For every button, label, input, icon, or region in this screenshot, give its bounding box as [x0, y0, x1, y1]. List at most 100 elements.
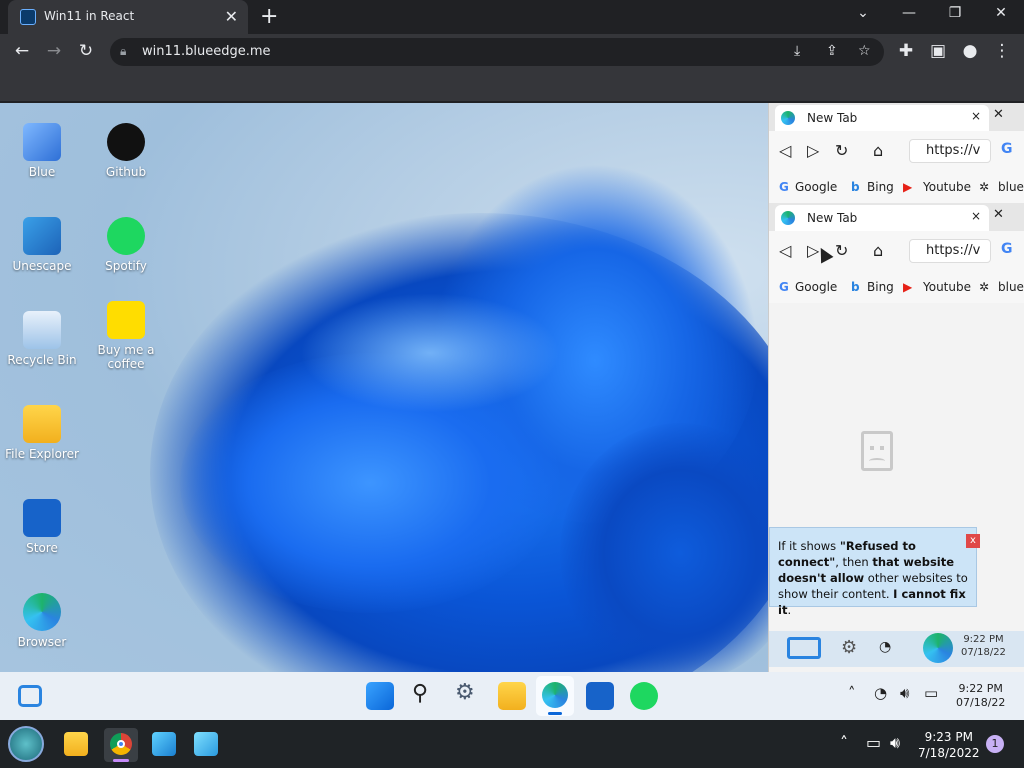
minimize-button[interactable]: — [894, 5, 924, 21]
desktop-icon-buy-me-a-coffee[interactable]: Buy me a coffee [84, 301, 168, 371]
desktop-icon-recycle-bin[interactable]: Recycle Bin [0, 311, 84, 367]
edge-refresh-icon[interactable]: ↻ [835, 141, 848, 160]
back-arrow-icon[interactable]: ← [10, 41, 34, 61]
bing-icon: b [851, 180, 860, 194]
edge-home-icon[interactable]: ⌂ [873, 241, 883, 260]
install-app-icon[interactable]: ⤓ [794, 43, 800, 59]
desktop-icon-github[interactable]: Github [84, 123, 168, 179]
edge-nav-bar-2: ◁ ▷ ↻ ⌂ https://v G [769, 231, 1024, 271]
desktop-icon-store[interactable]: Store [0, 499, 84, 555]
bookmark-youtube[interactable]: Youtube [923, 180, 971, 194]
tab-search-icon[interactable]: ⌄ [848, 5, 878, 21]
edge-refresh-icon[interactable]: ↻ [835, 241, 848, 260]
wifi-icon[interactable]: ◔ [874, 684, 887, 702]
app-icon-cubes-2[interactable] [194, 732, 218, 756]
google-search-icon[interactable]: G [1001, 141, 1013, 157]
widgets-icon[interactable] [18, 685, 42, 707]
lock-icon: 🔒︎ [120, 44, 127, 58]
mini-clock: 9:22 PM 07/18/22 [961, 633, 1006, 659]
profile-avatar-icon[interactable]: ● [958, 41, 982, 61]
edge-tab-close-icon[interactable]: × [971, 209, 981, 223]
google-icon: G [779, 280, 789, 294]
bookmark-bing[interactable]: Bing [867, 180, 894, 194]
spotify-icon[interactable] [630, 682, 658, 710]
start-windows-icon[interactable] [366, 682, 394, 710]
volume-icon[interactable]: 🔊︎ [890, 733, 900, 753]
edge-icon [923, 633, 953, 663]
edge-bookmarks-bar: G Google b Bing ▶ Youtube ✲ bluee [769, 171, 1024, 203]
google-search-icon[interactable]: G [1001, 241, 1013, 257]
tooltip-close-button[interactable]: x [966, 534, 980, 548]
page-error-icon [861, 431, 893, 471]
desktop-icon-unescape[interactable]: Unescape [0, 217, 84, 273]
battery-icon[interactable]: ▭ [924, 684, 938, 702]
network-icon[interactable]: ▭ [866, 733, 881, 752]
edge-tab[interactable]: New Tab × [775, 105, 989, 131]
restore-button[interactable]: ❐ [940, 5, 970, 21]
close-window-button[interactable]: ✕ [986, 5, 1016, 21]
edge-url-field[interactable]: https://v [909, 139, 991, 163]
edge-window-close-icon[interactable]: ✕ [993, 107, 1004, 122]
file-explorer-icon[interactable] [498, 682, 526, 710]
youtube-icon: ▶ [903, 280, 913, 294]
bookmark-blueedge[interactable]: bluee [998, 180, 1024, 194]
store-icon[interactable] [586, 682, 614, 710]
chevron-up-icon[interactable]: ˄ [840, 733, 848, 752]
side-panel-icon[interactable]: ▣ [926, 41, 950, 61]
volume-icon[interactable]: 🔊︎ [900, 684, 909, 702]
browser-toolbar: ← → ↻ 🔒︎ win11.blueedge.me ⤓ ⇪ ☆ ✚ ▣ ● ⋮ [0, 34, 1024, 70]
edge-tab-title: New Tab [807, 211, 858, 225]
store-bag-icon [23, 499, 61, 537]
browser-tab[interactable]: Win11 in React ✕ [8, 0, 248, 34]
reload-icon[interactable]: ↻ [74, 41, 98, 61]
youtube-icon: ▶ [903, 180, 913, 194]
edge-url-field[interactable]: https://v [909, 239, 991, 263]
new-tab-button[interactable]: + [260, 4, 278, 29]
chrome-taskbar-button[interactable] [104, 728, 138, 762]
desktop-icon-blue[interactable]: Blue [0, 123, 84, 179]
edge-window-close-icon[interactable]: ✕ [993, 207, 1004, 222]
chevron-up-icon[interactable]: ˄ [848, 684, 856, 702]
start-orb-icon[interactable] [8, 726, 44, 762]
app-icon-cubes[interactable] [152, 732, 176, 756]
tab-close-icon[interactable]: ✕ [225, 7, 238, 26]
menu-kebab-icon[interactable]: ⋮ [990, 41, 1014, 61]
forward-arrow-icon[interactable]: → [42, 41, 66, 61]
settings-gear-icon: ⚙ [841, 637, 858, 658]
address-bar[interactable]: 🔒︎ win11.blueedge.me ⤓ ⇪ ☆ [110, 38, 884, 66]
desktop-icon-spotify[interactable]: Spotify [84, 217, 168, 273]
bookmark-google[interactable]: Google [795, 280, 837, 294]
edge-tab-2[interactable]: New Tab × [775, 205, 989, 231]
bookmark-blueedge[interactable]: bluee [998, 280, 1024, 294]
edge-taskbar-button[interactable] [536, 676, 574, 716]
folder-icon [23, 405, 61, 443]
clock-date: 7/18/2022 [918, 746, 980, 760]
desktop-icon-browser[interactable]: Browser [0, 593, 84, 649]
file-explorer-icon[interactable] [64, 732, 88, 756]
edge-forward-icon[interactable]: ▷ [807, 141, 819, 160]
edge-home-icon[interactable]: ⌂ [873, 141, 883, 160]
desktop-icon-file-explorer[interactable]: File Explorer [0, 405, 84, 461]
bookmark-star-icon[interactable]: ☆ [858, 43, 871, 59]
address-bar-url[interactable]: win11.blueedge.me [142, 44, 271, 59]
bookmark-youtube[interactable]: Youtube [923, 280, 971, 294]
host-clock[interactable]: 9:23 PM 7/18/2022 [918, 729, 980, 761]
win11-clock[interactable]: 9:22 PM 07/18/22 [956, 682, 1005, 710]
share-icon[interactable]: ⇪ [826, 43, 838, 59]
edge-tab-close-icon[interactable]: × [971, 109, 981, 123]
edge-back-icon[interactable]: ◁ [779, 241, 791, 260]
spotify-icon [107, 217, 145, 255]
edge-bookmarks-bar-2: G Google b Bing ▶ Youtube ✲ bluee [769, 271, 1024, 303]
edge-back-icon[interactable]: ◁ [779, 141, 791, 160]
bookmark-google[interactable]: Google [795, 180, 837, 194]
active-indicator [113, 759, 129, 762]
edge-tab-bar: New Tab × ✕ [769, 103, 1024, 131]
search-icon[interactable]: ⚲ [412, 681, 428, 706]
extensions-puzzle-icon[interactable]: ✚ [894, 41, 918, 61]
site-favicon-icon [20, 9, 36, 25]
bookmark-bing[interactable]: Bing [867, 280, 894, 294]
github-icon [107, 123, 145, 161]
widgets-icon [787, 637, 821, 659]
settings-gear-icon[interactable]: ⚙ [455, 680, 475, 705]
notification-badge[interactable]: 1 [986, 735, 1004, 753]
